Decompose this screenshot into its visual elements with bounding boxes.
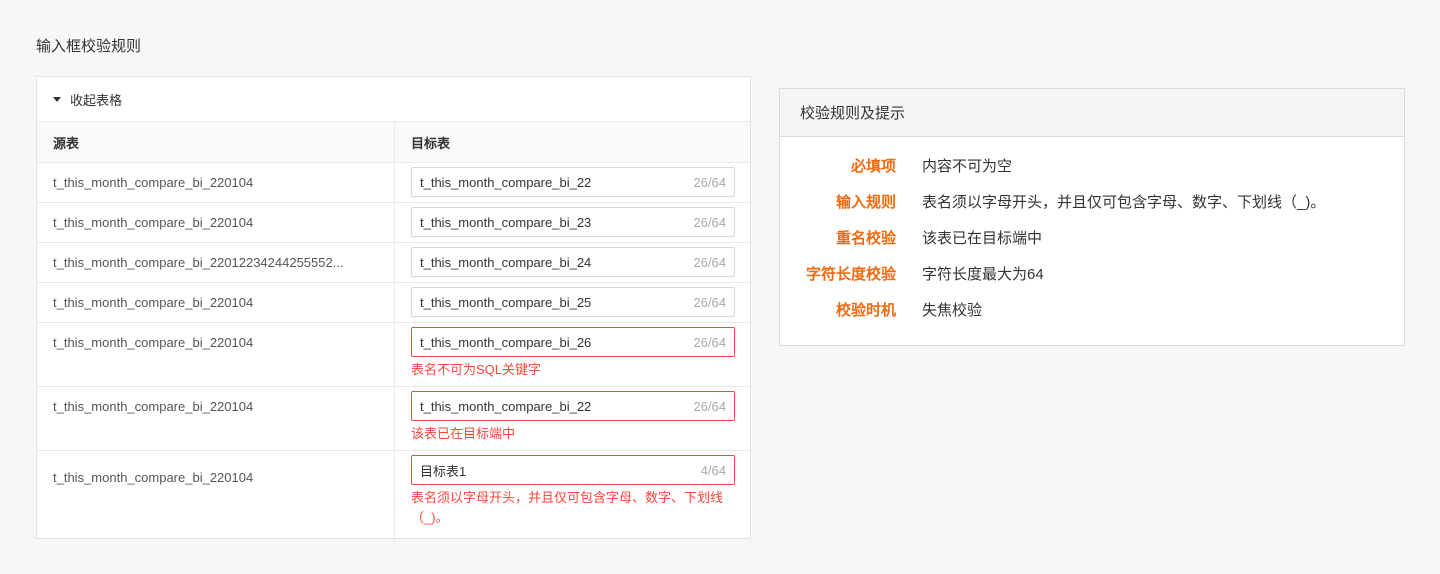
rule-value: 内容不可为空	[922, 157, 1013, 175]
target-name-field[interactable]: 26/64	[411, 207, 735, 237]
target-name-input[interactable]	[420, 398, 688, 414]
rule-item: 重名校验 该表已在目标端中	[780, 219, 1404, 255]
target-name-input[interactable]	[420, 254, 688, 270]
char-counter: 26/64	[693, 398, 726, 414]
error-message: 该表已在目标端中	[411, 426, 516, 441]
target-name-field[interactable]: 26/64	[411, 287, 735, 317]
rule-value: 失焦校验	[922, 301, 983, 319]
rule-value: 该表已在目标端中	[922, 229, 1043, 247]
rule-item: 输入规则 表名须以字母开头，并且仅可包含字母、数字、下划线（_)。	[780, 183, 1404, 219]
rule-item: 字符长度校验 字符长度最大为64	[780, 255, 1404, 291]
char-counter: 26/64	[693, 254, 726, 270]
table-row: t_this_month_compare_bi_220104 26/64 表名不可为…	[37, 323, 750, 387]
table-body: t_this_month_compare_bi_22010426/64t_thi…	[37, 163, 750, 541]
source-table-name: t_this_month_compare_bi_220104	[37, 283, 395, 322]
rules-panel: 校验规则及提示 必填项 内容不可为空输入规则 表名须以字母开头，并且仅可包含字母、数…	[779, 88, 1405, 346]
char-counter: 26/64	[693, 214, 726, 230]
rule-key: 重名校验	[835, 229, 896, 247]
table-row: t_this_month_compare_bi_220104 26/64	[37, 283, 750, 323]
source-table-name: t_this_month_compare_bi_220104	[37, 451, 395, 541]
caret-down-icon	[53, 96, 61, 102]
source-table-name: t_this_month_compare_bi_2201223424425555…	[37, 243, 395, 282]
target-name-field[interactable]: 4/64	[411, 455, 735, 485]
page-title: 输入框校验规则	[36, 38, 142, 55]
target-name-field[interactable]: 26/64	[411, 167, 735, 197]
source-table-name: t_this_month_compare_bi_220104	[37, 163, 395, 202]
collapse-label: 收起表格	[70, 92, 123, 108]
rule-key: 输入规则	[835, 193, 896, 211]
char-counter: 26/64	[693, 174, 726, 190]
rule-key: 校验时机	[835, 301, 896, 319]
error-message: 表名须以字母开头，并且仅可包含字母、数字、下划线（_)。	[411, 490, 724, 525]
table-row: t_this_month_compare_bi_220104 4/64 表名须以字母…	[37, 451, 750, 541]
table-row: t_this_month_compare_bi_2201223424425555…	[37, 243, 750, 283]
error-message: 表名不可为SQL关键字	[411, 362, 542, 377]
rules-title: 校验规则及提示	[780, 89, 1404, 137]
table-row: t_this_month_compare_bi_220104 26/64 该表已在目…	[37, 387, 750, 451]
target-name-field[interactable]: 26/64	[411, 247, 735, 277]
source-table-name: t_this_month_compare_bi_220104	[37, 387, 395, 450]
target-name-input[interactable]	[420, 334, 688, 350]
rule-value: 表名须以字母开头，并且仅可包含字母、数字、下划线（_)。	[922, 193, 1326, 211]
rule-value: 字符长度最大为64	[922, 265, 1044, 283]
source-table-name: t_this_month_compare_bi_220104	[37, 203, 395, 242]
char-counter: 26/64	[693, 334, 726, 350]
rule-item: 必填项 内容不可为空	[780, 147, 1404, 183]
char-counter: 26/64	[693, 294, 726, 310]
source-table-name: t_this_month_compare_bi_220104	[37, 323, 395, 386]
mapping-table: 收起表格 源表 目标表 t_this_month_compare_bi_2201…	[36, 76, 751, 541]
header-source: 源表	[37, 122, 395, 162]
rules-list: 必填项 内容不可为空输入规则 表名须以字母开头，并且仅可包含字母、数字、下划线（_)…	[780, 137, 1404, 327]
table-row: t_this_month_compare_bi_220104 26/64	[37, 163, 750, 203]
rule-item: 校验时机 失焦校验	[780, 291, 1404, 327]
target-name-input[interactable]	[420, 214, 688, 230]
char-counter: 4/64	[700, 462, 726, 478]
collapse-table-toggle[interactable]: 收起表格	[37, 77, 750, 122]
target-name-input[interactable]	[420, 294, 688, 310]
table-header: 源表 目标表	[37, 122, 750, 163]
rule-key: 字符长度校验	[805, 265, 896, 283]
target-name-field[interactable]: 26/64	[411, 391, 735, 421]
header-target: 目标表	[411, 135, 451, 151]
table-row: t_this_month_compare_bi_220104 26/64	[37, 203, 750, 243]
target-name-field[interactable]: 26/64	[411, 327, 735, 357]
rule-key: 必填项	[850, 157, 896, 175]
target-name-input[interactable]	[420, 462, 695, 478]
target-name-input[interactable]	[420, 174, 688, 190]
